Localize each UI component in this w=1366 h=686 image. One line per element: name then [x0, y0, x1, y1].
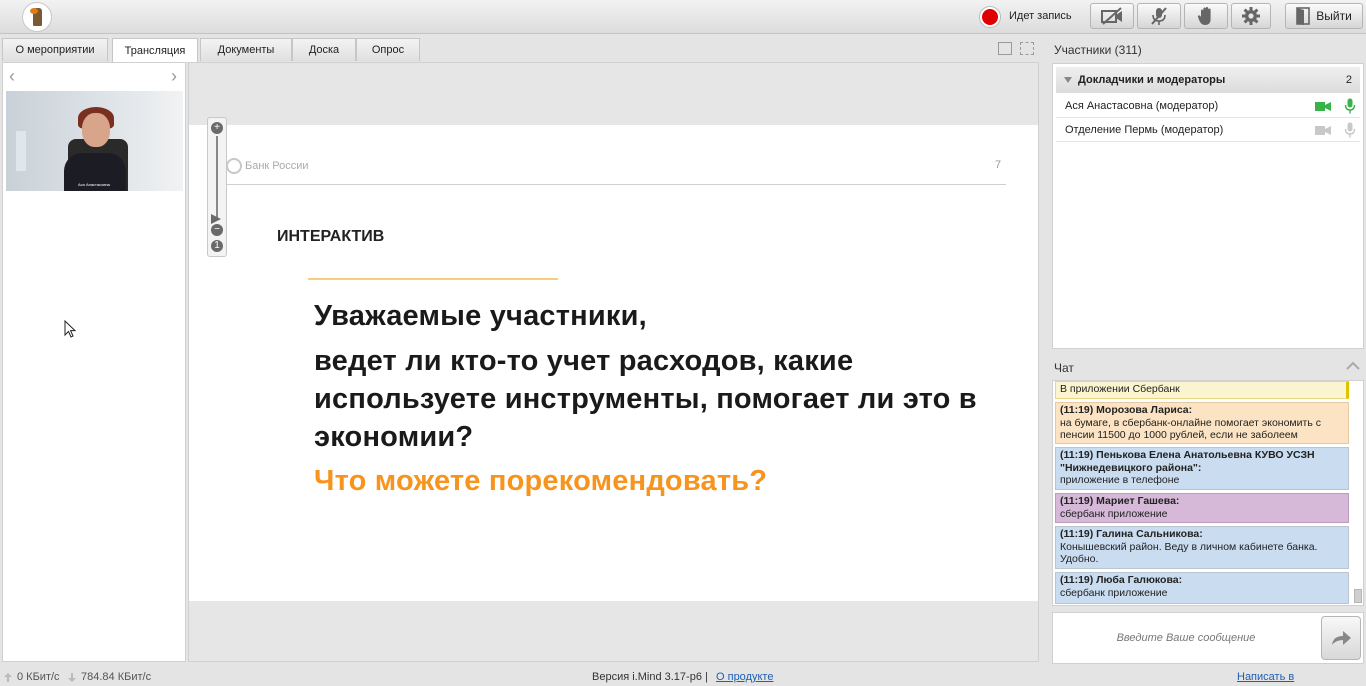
slide-line-3: Что можете порекомендовать?	[314, 465, 768, 497]
zoom-in-button[interactable]: +	[211, 122, 223, 134]
slide-page-number: 7	[995, 159, 1002, 171]
tab-board[interactable]: Доска	[292, 38, 356, 61]
chat-message-meta: (11:19) Морозова Лариса:	[1060, 404, 1193, 416]
send-message-button[interactable]	[1321, 616, 1361, 660]
slide-accent-line	[308, 278, 558, 280]
zoom-control: + − 1	[207, 117, 227, 257]
chat-message: (11:19) Мариет Гашева: сбербанк приложен…	[1055, 493, 1349, 523]
participant-row[interactable]: Отделение Пермь (модератор)	[1056, 118, 1360, 142]
fullscreen-icon[interactable]	[1020, 42, 1034, 55]
send-arrow-icon	[1332, 631, 1351, 645]
slide-tag: ИНТЕРАКТИВ	[277, 228, 385, 245]
slide-brand: Банк России	[245, 160, 309, 172]
top-toolbar: Идет запись Выйти	[0, 0, 1366, 34]
status-bar: 0 КБит/с 784.84 КБит/с Версия i.Mind 3.1…	[0, 668, 1366, 686]
group-count: 2	[1345, 74, 1352, 86]
chat-message-meta: (11:19) Пенькова Елена Анатольевна КУВО …	[1060, 449, 1315, 474]
group-name: Докладчики и модераторы	[1078, 74, 1226, 86]
camera-toggle-button[interactable]	[1090, 3, 1134, 29]
chat-header: Чат	[1050, 355, 1366, 379]
zoom-reset-button[interactable]: 1	[211, 240, 223, 252]
participants-title: Участники (311)	[1054, 43, 1142, 57]
triangle-down-icon	[1064, 77, 1072, 83]
chat-compose	[1052, 612, 1364, 664]
gear-icon	[1242, 7, 1260, 25]
tab-documents[interactable]: Документы	[200, 38, 292, 61]
chat-message: (11:19) Галина Сальникова: Конышевский р…	[1055, 526, 1349, 569]
camera-icon	[1315, 102, 1331, 111]
chat-title: Чат	[1054, 361, 1074, 375]
chevron-right-icon[interactable]: ›	[171, 67, 177, 85]
recording-indicator-icon	[980, 7, 1000, 27]
main-tabs: О мероприятии Трансляция Документы Доска…	[0, 38, 1040, 62]
bank-emblem-icon	[226, 158, 242, 174]
window-mode-icon[interactable]	[998, 42, 1012, 55]
slide-question: Уважаемые участники, ведет ли кто-то уче…	[314, 297, 994, 500]
tab-broadcast[interactable]: Трансляция	[112, 38, 198, 62]
speaker-video[interactable]: Ася Анастасовна	[6, 91, 183, 191]
chat-message-text: В приложении Сбербанк	[1060, 383, 1180, 395]
zoom-track[interactable]	[216, 136, 218, 218]
download-arrow-icon	[68, 673, 76, 682]
camera-icon	[1315, 126, 1331, 135]
chevron-up-icon[interactable]	[1346, 361, 1360, 371]
chat-message: (11:19) Пенькова Елена Анатольевна КУВО …	[1055, 447, 1349, 490]
about-product-link[interactable]: О продукте	[716, 671, 773, 683]
chat-message-meta: (11:19) Мариет Гашева:	[1060, 495, 1180, 507]
zoom-out-button[interactable]: −	[211, 224, 223, 236]
participants-list: Докладчики и модераторы 2 Ася Анастасовн…	[1052, 63, 1364, 349]
chat-messages[interactable]: В приложении Сбербанк (11:19) Морозова Л…	[1052, 380, 1364, 606]
slide-line-2: ведет ли кто-то учет расходов, какие исп…	[314, 345, 977, 453]
upload-arrow-icon	[4, 673, 12, 682]
door-exit-icon	[1296, 7, 1311, 25]
chat-message-text: на бумаге, в сбербанк-онлайне помогает э…	[1060, 416, 1321, 442]
version-label: Версия i.Mind 3.17-p6	[592, 671, 702, 683]
chat-message-text: сбербанк приложение	[1060, 507, 1168, 520]
chat-message: (11:19) Морозова Лариса: на бумаге, в сб…	[1055, 402, 1349, 444]
participants-panel: Участники (311) Докладчики и модераторы …	[1050, 38, 1366, 349]
download-rate: 784.84 КБит/с	[81, 671, 152, 683]
participant-row[interactable]: Ася Анастасовна (модератор)	[1056, 94, 1360, 118]
tab-about-event[interactable]: О мероприятии	[2, 38, 108, 61]
microphone-icon	[1344, 122, 1356, 138]
microphone-icon	[1344, 98, 1356, 114]
raise-hand-button[interactable]	[1184, 3, 1228, 29]
participant-group-header[interactable]: Докладчики и модераторы 2	[1056, 67, 1360, 93]
imind-logo-icon[interactable]	[22, 2, 52, 32]
exit-button[interactable]: Выйти	[1285, 3, 1363, 29]
zoom-slider-handle[interactable]	[211, 214, 221, 224]
chat-message-text: сбербанк приложение	[1060, 586, 1168, 599]
chevron-left-icon[interactable]: ‹	[9, 67, 15, 85]
chat-message-meta: (11:19) Галина Сальникова:	[1060, 528, 1203, 540]
recording-label: Идет запись	[1009, 10, 1072, 22]
settings-button[interactable]	[1231, 3, 1271, 29]
slide-divider	[226, 184, 1006, 185]
participant-name: Ася Анастасовна (модератор)	[1065, 100, 1219, 112]
status-separator: |	[705, 671, 708, 683]
chat-message-text: приложение в телефоне	[1060, 474, 1180, 486]
video-strip: ‹ › Ася Анастасовна	[2, 62, 186, 662]
participant-name: Отделение Пермь (модератор)	[1065, 124, 1224, 136]
slide: Банк России 7 ИНТЕРАКТИВ Уважаемые участ…	[189, 125, 1038, 601]
chat-message: В приложении Сбербанк	[1055, 381, 1349, 399]
mic-toggle-button[interactable]	[1137, 3, 1181, 29]
chat-message-text: Конышевский район. Веду в личном кабинет…	[1060, 540, 1318, 566]
chat-message-meta: (11:19) Люба Галюкова:	[1060, 574, 1183, 586]
mouse-cursor-icon	[64, 320, 76, 338]
chat-scrollbar-thumb[interactable]	[1354, 589, 1362, 603]
raise-hand-icon	[1197, 7, 1211, 25]
chat-message-input[interactable]	[1061, 623, 1311, 653]
slide-line-1: Уважаемые участники,	[314, 300, 647, 332]
presentation-area: Банк России 7 ИНТЕРАКТИВ Уважаемые участ…	[188, 62, 1039, 662]
exit-label: Выйти	[1316, 9, 1352, 23]
video-caption: Ася Анастасовна	[78, 182, 110, 187]
chat-message: (11:19) Люба Галюкова: сбербанк приложен…	[1055, 572, 1349, 604]
support-link[interactable]: Написать в техподдержку	[1237, 671, 1366, 686]
tab-poll[interactable]: Опрос	[356, 38, 420, 61]
mic-off-icon	[1151, 7, 1167, 25]
upload-rate: 0 КБит/с	[17, 671, 60, 683]
chat-scrollbar[interactable]	[1353, 381, 1363, 605]
camera-off-icon	[1101, 7, 1122, 25]
